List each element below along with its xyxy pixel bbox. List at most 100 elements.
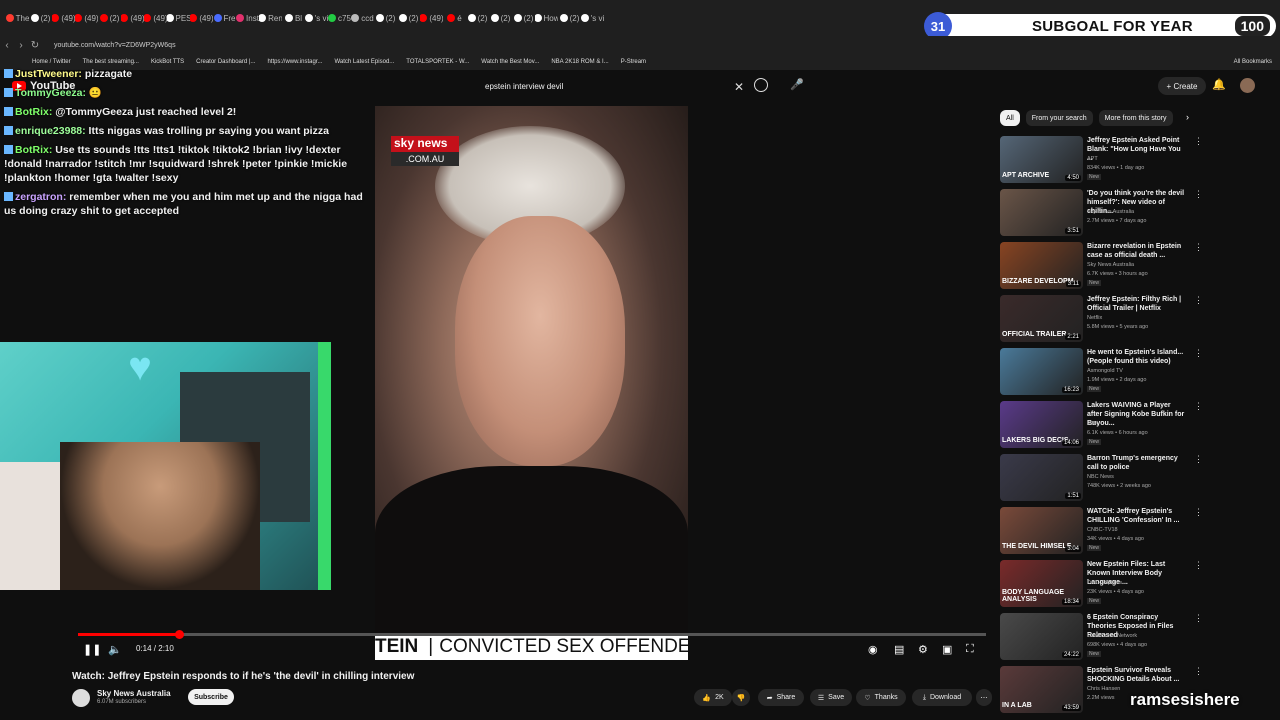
filter-chip[interactable]: All: [1000, 110, 1020, 126]
recommended-channel[interactable]: Asmongold TV: [1087, 368, 1123, 374]
recommended-title[interactable]: Barron Trump's emergency call to police: [1087, 454, 1187, 472]
recommended-title[interactable]: Jeffrey Epstein Asked Point Blank: "How …: [1087, 136, 1187, 163]
video-thumbnail[interactable]: APT ARCHIVE 4:50: [1000, 136, 1083, 183]
browser-tab[interactable]: Inst: [236, 7, 259, 29]
more-options-icon[interactable]: ⋮: [1194, 666, 1203, 677]
browser-tab[interactable]: (49): [75, 7, 98, 29]
channel-name[interactable]: Sky News Australia: [97, 689, 171, 698]
recommended-video[interactable]: BODY LANGUAGE ANALYSIS 18:34 New Epstein F…: [1000, 560, 1203, 610]
recommended-channel[interactable]: CNBC-TV18: [1087, 527, 1118, 533]
all-bookmarks-link[interactable]: All Bookmarks: [1234, 59, 1272, 65]
browser-tab[interactable]: (2): [29, 7, 52, 29]
more-options-icon[interactable]: ⋮: [1194, 613, 1203, 624]
save-button[interactable]: ☰ Save: [810, 689, 852, 706]
browser-tab[interactable]: c75: [328, 7, 351, 29]
microphone-icon[interactable]: 🎤: [790, 78, 804, 91]
more-options-icon[interactable]: ⋮: [1194, 454, 1203, 465]
browser-tab[interactable]: The: [6, 7, 29, 29]
more-actions-icon[interactable]: ⋯: [976, 689, 992, 706]
recommended-title[interactable]: Epstein Survivor Reveals SHOCKING Detail…: [1087, 666, 1187, 684]
browser-tab[interactable]: ccd: [351, 7, 374, 29]
search-icon[interactable]: [754, 78, 768, 92]
recommended-video[interactable]: 1:51 Barron Trump's emergency call to pol…: [1000, 454, 1203, 504]
browser-tab[interactable]: (2): [512, 7, 535, 29]
video-thumbnail[interactable]: LAKERS BIG DECIS 14:06: [1000, 401, 1083, 448]
settings-gear-icon[interactable]: ⚙: [918, 643, 928, 656]
video-thumbnail[interactable]: BIZZARE DEVELOPM 3:11: [1000, 242, 1083, 289]
create-button[interactable]: + Create: [1158, 77, 1206, 95]
recommended-video[interactable]: 24:22 6 Epstein Conspiracy Theories Expos…: [1000, 613, 1203, 663]
recommended-channel[interactable]: Chris Hansen: [1087, 686, 1120, 692]
back-icon[interactable]: ‹: [0, 40, 14, 51]
channel-avatar[interactable]: [72, 689, 90, 707]
download-button[interactable]: ⤓ Download: [912, 689, 972, 706]
video-thumbnail[interactable]: IN A LAB 43:59: [1000, 666, 1083, 713]
autoplay-toggle-icon[interactable]: ◉: [868, 643, 878, 656]
browser-tab[interactable]: (2): [397, 7, 420, 29]
more-options-icon[interactable]: ⋮: [1194, 136, 1203, 147]
more-options-icon[interactable]: ⋮: [1194, 189, 1203, 200]
account-avatar[interactable]: [1240, 78, 1255, 93]
browser-tab[interactable]: (49): [144, 7, 167, 29]
browser-tab[interactable]: (49): [121, 7, 144, 29]
forward-icon[interactable]: ›: [14, 40, 28, 51]
more-options-icon[interactable]: ⋮: [1194, 401, 1203, 412]
filter-chip[interactable]: From your search: [1025, 110, 1093, 126]
recommended-title[interactable]: Jeffrey Epstein: Filthy Rich | Official …: [1087, 295, 1187, 313]
recommended-channel[interactable]: NBC News: [1087, 474, 1114, 480]
browser-tab[interactable]: (49): [420, 7, 443, 29]
more-options-icon[interactable]: ⋮: [1194, 348, 1203, 359]
bookmark-item[interactable]: Watch the Best Mov...: [481, 59, 539, 65]
video-player[interactable]: [375, 106, 688, 634]
video-thumbnail[interactable]: 24:22: [1000, 613, 1083, 660]
bookmark-item[interactable]: TOTALSPORTEK - W...: [406, 59, 469, 65]
bookmark-item[interactable]: The best streaming...: [83, 59, 139, 65]
recommended-title[interactable]: Lakers WAIVING a Player after Signing Ko…: [1087, 401, 1187, 428]
browser-tab[interactable]: (2): [489, 7, 512, 29]
recommended-channel[interactable]: Netflix: [1087, 315, 1102, 321]
video-thumbnail[interactable]: 1:51: [1000, 454, 1083, 501]
recommended-channel[interactable]: Sky News Australia: [1087, 262, 1134, 268]
browser-tab[interactable]: é: [443, 7, 466, 29]
miniplayer-icon[interactable]: ▣: [942, 643, 952, 656]
bookmark-item[interactable]: https://www.instagr...: [267, 59, 322, 65]
filter-chip[interactable]: More from this story: [1098, 110, 1173, 126]
notifications-bell-icon[interactable]: 🔔: [1212, 78, 1226, 91]
recommended-video[interactable]: APT ARCHIVE 4:50 Jeffrey Epstein Asked Poi…: [1000, 136, 1203, 186]
captions-icon[interactable]: ▤: [894, 643, 904, 656]
recommended-channel[interactable]: APT: [1087, 156, 1098, 162]
bookmark-item[interactable]: P-Stream: [621, 59, 646, 65]
more-options-icon[interactable]: ⋮: [1194, 242, 1203, 253]
browser-tab[interactable]: PES: [167, 7, 190, 29]
browser-tab[interactable]: Bl: [282, 7, 305, 29]
video-progress-bar[interactable]: [78, 630, 986, 639]
recommended-video[interactable]: BIZZARE DEVELOPM 3:11 Bizarre revelation i…: [1000, 242, 1203, 292]
recommended-channel[interactable]: Sky News Australia: [1087, 209, 1134, 215]
recommended-channel[interactable]: JSM: [1087, 421, 1098, 427]
bookmark-item[interactable]: Home / Twitter: [32, 59, 71, 65]
subscribe-button[interactable]: Subscribe: [188, 689, 234, 705]
fullscreen-icon[interactable]: ⛶: [966, 643, 974, 656]
recommended-title[interactable]: Bizarre revelation in Epstein case as of…: [1087, 242, 1187, 260]
more-options-icon[interactable]: ⋮: [1194, 560, 1203, 571]
recommended-video[interactable]: THE DEVIL HIMSELF 3:04 WATCH: Jeffrey Epst…: [1000, 507, 1203, 557]
browser-tab[interactable]: 's vi: [305, 7, 328, 29]
browser-tab[interactable]: (2): [558, 7, 581, 29]
recommended-video[interactable]: LAKERS BIG DECIS 14:06 Lakers WAIVING a Pl…: [1000, 401, 1203, 451]
browser-tab[interactable]: How: [535, 7, 558, 29]
bookmark-item[interactable]: NBA 2K18 ROM & I...: [551, 59, 608, 65]
search-input[interactable]: epstein interview devil ✕: [478, 76, 748, 96]
browser-tab[interactable]: Ren: [259, 7, 282, 29]
recommended-title[interactable]: He went to Epstein's Island... (People f…: [1087, 348, 1187, 366]
share-button[interactable]: ➦ Share: [758, 689, 804, 706]
bookmark-item[interactable]: KickBot TTS: [151, 59, 184, 65]
like-button[interactable]: 👍 2K: [694, 689, 732, 706]
browser-tab[interactable]: (2): [466, 7, 489, 29]
dislike-button[interactable]: 👎: [732, 689, 750, 706]
thanks-button[interactable]: ♡ Thanks: [856, 689, 906, 706]
reload-icon[interactable]: ↻: [28, 40, 42, 51]
recommended-video[interactable]: OFFICIAL TRAILER 2:21 Jeffrey Epstein: Fil…: [1000, 295, 1203, 345]
recommended-channel[interactable]: Law&Crime Network: [1087, 633, 1137, 639]
browser-tab[interactable]: (2): [374, 7, 397, 29]
browser-tab[interactable]: Fre: [213, 7, 236, 29]
